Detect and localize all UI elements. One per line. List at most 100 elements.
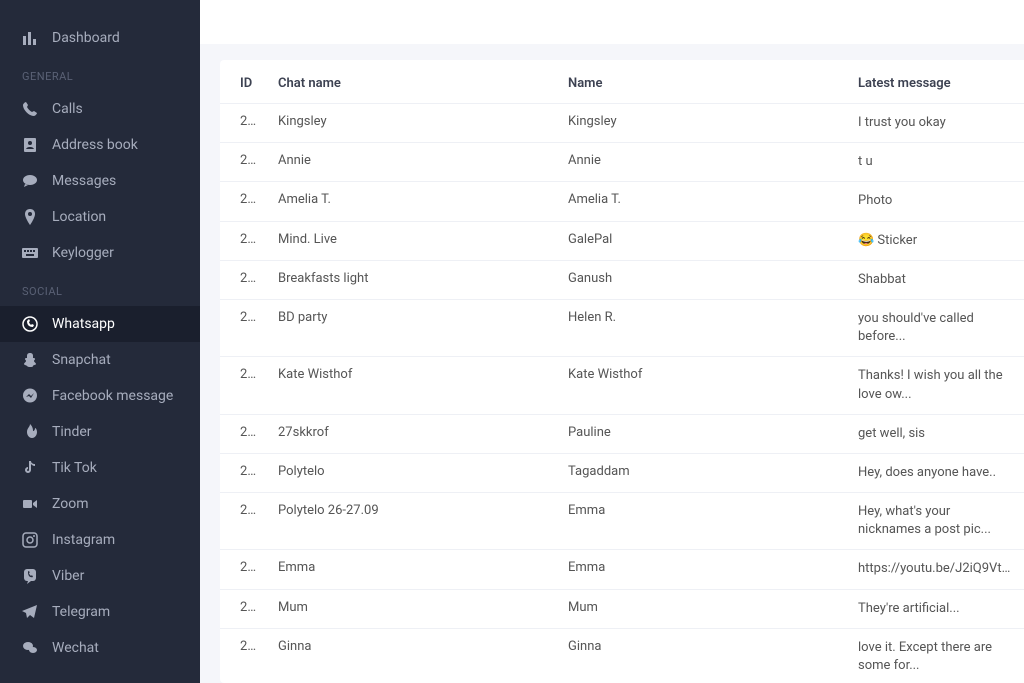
sidebar-item-label: Viber (52, 568, 84, 584)
cell-chat: Annie (270, 143, 560, 182)
cell-message: Photo (850, 182, 1024, 221)
sidebar-item-viber[interactable]: Viber (0, 558, 200, 594)
table-row[interactable]: 243...Mind. LiveGalePal😂 Sticker (220, 221, 1024, 260)
sidebar-item-telegram[interactable]: Telegram (0, 594, 200, 630)
th-chat[interactable]: Chat name (270, 60, 560, 104)
sidebar-item-tinder[interactable]: Tinder (0, 414, 200, 450)
instagram-icon (22, 532, 38, 548)
zoom-icon (22, 496, 38, 512)
th-message[interactable]: Latest message (850, 60, 1024, 104)
sidebar-item-snapchat[interactable]: Snapchat (0, 342, 200, 378)
keyboard-icon (22, 245, 38, 261)
cell-message: 😂 Sticker (850, 221, 1024, 260)
whatsapp-icon (22, 316, 38, 332)
cell-chat: Emma (270, 550, 560, 589)
table-row[interactable]: 243...BD partyHelen R.you should've call… (220, 299, 1024, 356)
sidebar-item-whatsapp[interactable]: Whatsapp (0, 306, 200, 342)
cell-chat: Kate Wisthof (270, 357, 560, 414)
cell-name: Annie (560, 143, 850, 182)
cell-name: Kate Wisthof (560, 357, 850, 414)
cell-id: 243... (220, 299, 270, 356)
cell-message: Shabbat (850, 260, 1024, 299)
cell-id: 243... (220, 357, 270, 414)
cell-id: 243... (220, 453, 270, 492)
cell-name: Emma (560, 550, 850, 589)
cell-id: 243... (220, 414, 270, 453)
viber-icon (22, 568, 38, 584)
telegram-icon (22, 604, 38, 620)
sidebar-item-label: Dashboard (52, 30, 120, 46)
cell-message: love it. Except there are some for... (850, 628, 1024, 683)
sidebar-item-label: Snapchat (52, 352, 111, 368)
dashboard-icon (22, 30, 38, 46)
table-row[interactable]: 24...MumMumThey're artificial... (220, 589, 1024, 628)
table-row[interactable]: 24...GinnaGinnalove it. Except there are… (220, 628, 1024, 683)
sidebar-item-address-book[interactable]: Address book (0, 127, 200, 163)
cell-id: 243... (220, 221, 270, 260)
table-row[interactable]: 243...PolyteloTagaddamHey, does anyone h… (220, 453, 1024, 492)
th-id[interactable]: ID (220, 60, 270, 104)
sidebar-section-general: GENERAL (0, 56, 200, 91)
cell-name: Kingsley (560, 104, 850, 143)
sidebar-item-label: Address book (52, 137, 138, 153)
sidebar-item-label: Facebook message (52, 388, 173, 404)
cell-message: Hey, what's your nicknames a post pic... (850, 493, 1024, 550)
cell-name: Helen R. (560, 299, 850, 356)
cell-id: 24... (220, 628, 270, 683)
cell-message: https://youtu.be/J2iQ9VtMfDk (850, 550, 1024, 589)
sidebar-item-instagram[interactable]: Instagram (0, 522, 200, 558)
sidebar-item-dashboard[interactable]: Dashboard (0, 20, 200, 56)
table-row[interactable]: 243...Kate WisthofKate WisthofThanks! I … (220, 357, 1024, 414)
table-row[interactable]: 243...Polytelo 26-27.09EmmaHey, what's y… (220, 493, 1024, 550)
table-panel: ID Chat name Name Latest message 243...K… (220, 60, 1024, 683)
messenger-icon (22, 388, 38, 404)
topbar (200, 0, 1024, 44)
cell-id: 243... (220, 493, 270, 550)
cell-id: 243... (220, 260, 270, 299)
contact-icon (22, 137, 38, 153)
sidebar-item-wechat[interactable]: Wechat (0, 630, 200, 666)
sidebar-item-label: Tinder (52, 424, 92, 440)
cell-name: GalePal (560, 221, 850, 260)
sidebar-item-keylogger[interactable]: Keylogger (0, 235, 200, 271)
cell-message: Thanks! I wish you all the love ow... (850, 357, 1024, 414)
sidebar-item-label: Wechat (52, 640, 99, 656)
cell-id: 243... (220, 182, 270, 221)
sidebar-item-label: Whatsapp (52, 316, 115, 332)
table-row[interactable]: 243...KingsleyKingsleyI trust you okay (220, 104, 1024, 143)
sidebar-item-label: Telegram (52, 604, 110, 620)
sidebar-item-facebook-message[interactable]: Facebook message (0, 378, 200, 414)
sidebar-item-location[interactable]: Location (0, 199, 200, 235)
cell-chat: Polytelo 26-27.09 (270, 493, 560, 550)
sidebar-item-label: Tik Tok (52, 460, 97, 476)
th-name[interactable]: Name (560, 60, 850, 104)
cell-id: 24... (220, 589, 270, 628)
chats-table: ID Chat name Name Latest message 243...K… (220, 60, 1024, 683)
table-row[interactable]: 243...AnnieAnniet u (220, 143, 1024, 182)
sidebar-item-label: Calls (52, 101, 83, 117)
table-row[interactable]: 243...Amelia T.Amelia T.Photo (220, 182, 1024, 221)
main-area: ID Chat name Name Latest message 243...K… (200, 0, 1024, 683)
cell-message: I trust you okay (850, 104, 1024, 143)
snapchat-icon (22, 352, 38, 368)
cell-message: t u (850, 143, 1024, 182)
table-row[interactable]: 243...27skkrofPaulineget well, sis (220, 414, 1024, 453)
sidebar-item-tik-tok[interactable]: Tik Tok (0, 450, 200, 486)
sidebar-section-social: SOCIAL (0, 271, 200, 306)
sidebar-item-label: Messages (52, 173, 116, 189)
sidebar: Dashboard GENERAL Calls Address book Messa… (0, 0, 200, 683)
message-icon (22, 173, 38, 189)
sidebar-item-messages[interactable]: Messages (0, 163, 200, 199)
cell-message: Hey, does anyone have.. (850, 453, 1024, 492)
cell-chat: 27skkrof (270, 414, 560, 453)
cell-chat: Amelia T. (270, 182, 560, 221)
cell-message: get well, sis (850, 414, 1024, 453)
table-row[interactable]: 24...EmmaEmmahttps://youtu.be/J2iQ9VtMfD… (220, 550, 1024, 589)
phone-icon (22, 101, 38, 117)
sidebar-item-calls[interactable]: Calls (0, 91, 200, 127)
cell-name: Ganush (560, 260, 850, 299)
cell-name: Pauline (560, 414, 850, 453)
cell-chat: Breakfasts light (270, 260, 560, 299)
sidebar-item-zoom[interactable]: Zoom (0, 486, 200, 522)
table-row[interactable]: 243...Breakfasts lightGanushShabbat (220, 260, 1024, 299)
